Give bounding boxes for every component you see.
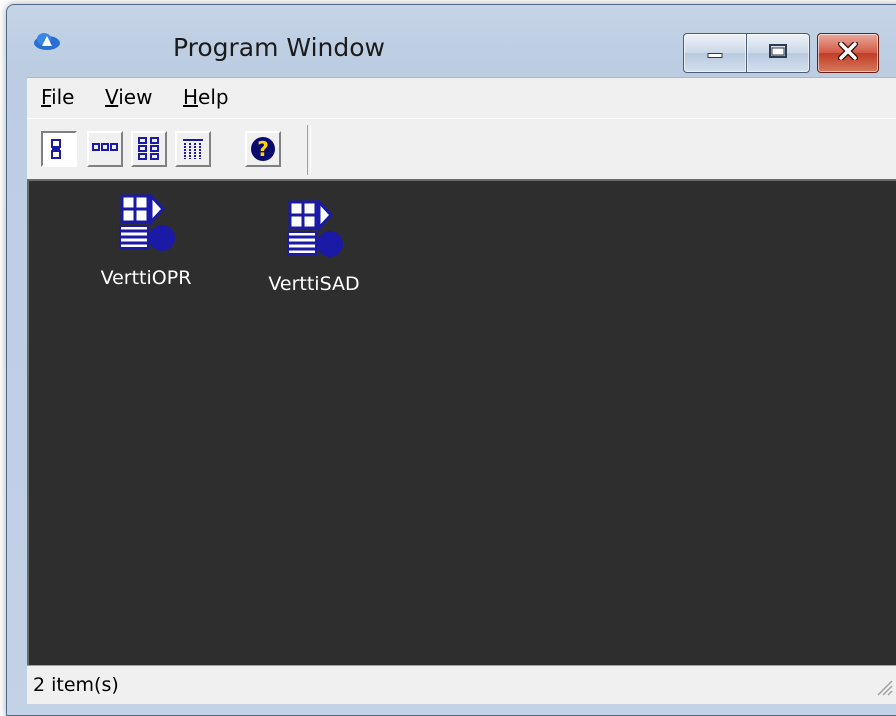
small-icons-view-button[interactable] <box>87 131 123 167</box>
application-icon <box>114 192 178 259</box>
file-item-label: VerttiSAD <box>268 273 360 295</box>
svg-text:?: ? <box>257 137 269 161</box>
maximize-button[interactable] <box>746 33 810 73</box>
resize-grip-icon[interactable] <box>875 678 893 700</box>
large-icons-view-button[interactable] <box>41 131 77 167</box>
close-icon <box>838 41 858 64</box>
details-view-button[interactable] <box>175 131 211 167</box>
file-item-verttiopr[interactable]: VerttiOPR <box>71 187 221 297</box>
minimize-icon <box>706 44 724 63</box>
window-title: Program Window <box>173 33 385 62</box>
program-window: Program Window File View Help ? VerttiOP… <box>6 4 896 716</box>
minimize-button[interactable] <box>683 33 746 73</box>
toolbar: ? <box>27 118 896 180</box>
menu-view[interactable]: View <box>105 85 152 109</box>
cloud-app-icon[interactable] <box>33 31 61 51</box>
menu-help[interactable]: Help <box>183 85 229 109</box>
status-bar: 2 item(s) <box>27 665 896 704</box>
status-item-count: 2 item(s) <box>33 674 119 696</box>
application-icon <box>282 198 346 265</box>
file-item-verttisad[interactable]: VerttiSAD <box>239 193 389 303</box>
toolbar-separator <box>307 125 311 175</box>
close-button[interactable] <box>817 33 879 73</box>
help-button[interactable]: ? <box>245 131 281 167</box>
items-view[interactable]: VerttiOPR VerttiSAD <box>27 179 896 665</box>
menu-bar: File View Help <box>27 77 896 118</box>
list-view-button[interactable] <box>131 131 167 167</box>
file-item-label: VerttiOPR <box>100 267 192 289</box>
title-bar[interactable]: Program Window <box>7 5 896 75</box>
menu-file[interactable]: File <box>41 85 74 109</box>
maximize-icon <box>768 43 788 63</box>
